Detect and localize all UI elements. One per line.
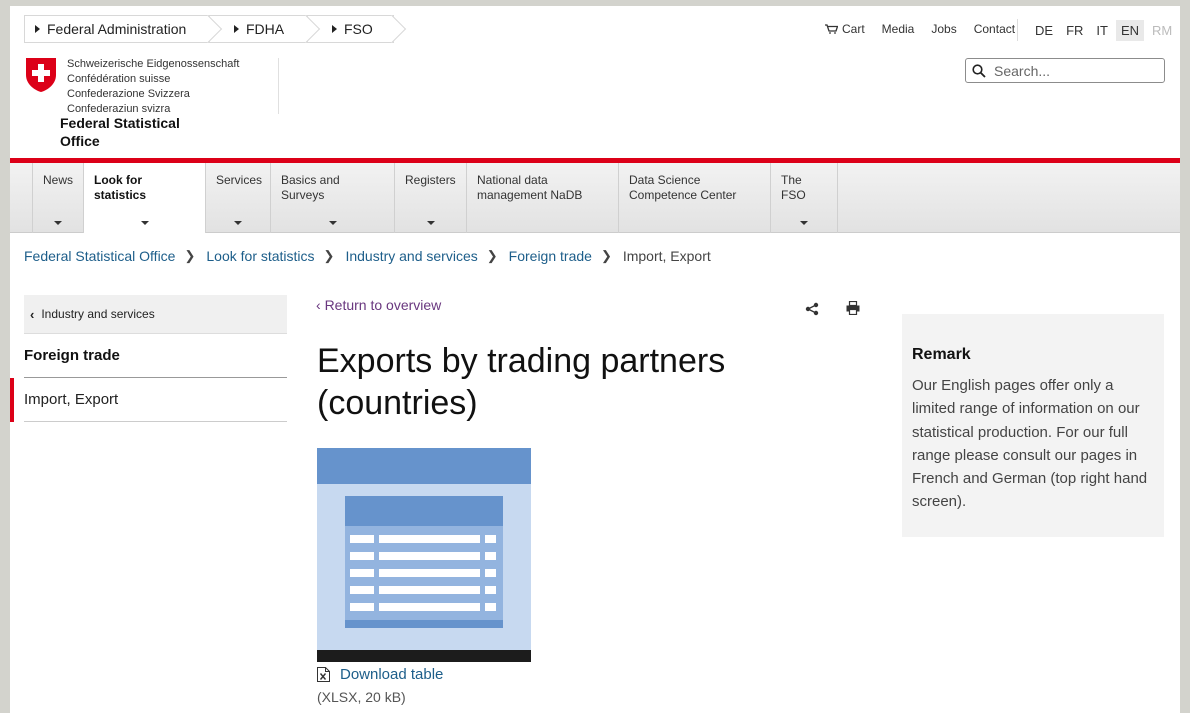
search-icon[interactable] <box>972 63 986 78</box>
top-breadcrumb-fdha[interactable]: FDHA <box>209 15 308 43</box>
left-nav-heading[interactable]: Foreign trade <box>24 334 287 378</box>
table-thumbnail[interactable] <box>317 448 531 662</box>
selected-marker <box>10 378 14 422</box>
nav-item-services[interactable]: Services <box>205 163 270 233</box>
media-link[interactable]: Media <box>882 22 915 36</box>
caret-down-icon <box>328 221 337 225</box>
breadcrumb-link[interactable]: Industry and services <box>345 248 477 264</box>
chevron-right-icon: ❯ <box>600 248 612 263</box>
breadcrumb-link[interactable]: Foreign trade <box>509 248 592 264</box>
remark-heading: Remark <box>912 346 971 363</box>
chevron-left-icon: ‹ <box>316 297 325 313</box>
chevron-left-icon: ‹ <box>30 306 35 322</box>
nav-item-news[interactable]: News <box>32 163 83 233</box>
chevron-right-icon: ❯ <box>486 248 498 263</box>
nav-item-registers[interactable]: Registers <box>394 163 466 233</box>
lang-it[interactable]: IT <box>1091 20 1113 41</box>
share-icon[interactable] <box>805 302 819 316</box>
swiss-shield-icon <box>26 58 56 92</box>
breadcrumb: Federal Statistical Office ❯ Look for st… <box>24 248 711 264</box>
main-nav: News Look for statistics Services Basics… <box>10 163 1180 233</box>
download-table-link[interactable]: Download table <box>317 666 443 683</box>
search-box <box>965 58 1165 83</box>
file-meta: (XLSX, 20 kB) <box>317 689 406 705</box>
table-preview-icon <box>345 496 503 628</box>
page-title: Exports by trading partners (countries) <box>317 342 726 422</box>
caret-down-icon <box>426 221 435 225</box>
breadcrumb-link[interactable]: Look for statistics <box>206 248 314 264</box>
nav-item-national-data-management[interactable]: National data management NaDB <box>466 163 618 233</box>
remark-text: Our English pages offer only a limited r… <box>912 377 1148 511</box>
service-links: Cart Media Jobs Contact <box>825 22 1032 36</box>
triangle-right-icon <box>332 25 337 33</box>
search-input[interactable] <box>994 62 1154 79</box>
language-switcher: DE FR IT EN RM <box>1017 19 1180 41</box>
top-breadcrumb-federal-administration[interactable]: Federal Administration <box>24 15 210 43</box>
return-to-overview-link[interactable]: ‹ Return to overview <box>316 297 441 313</box>
page: Federal Administration FDHA FSO Cart Med… <box>10 6 1180 713</box>
chevron-right-icon: ❯ <box>184 248 196 263</box>
lang-rm: RM <box>1152 22 1173 38</box>
lang-fr[interactable]: FR <box>1061 20 1088 41</box>
left-nav-item-import-export[interactable]: Import, Export <box>10 378 287 422</box>
excel-file-icon <box>317 667 330 682</box>
lang-de[interactable]: DE <box>1030 20 1058 41</box>
print-icon[interactable] <box>846 301 860 315</box>
nav-item-the-fso[interactable]: The FSO <box>770 163 838 233</box>
lang-en[interactable]: EN <box>1115 19 1145 41</box>
contact-link[interactable]: Contact <box>974 22 1015 36</box>
caret-down-icon <box>234 221 242 225</box>
remark-box: Remark Our English pages offer only a li… <box>902 314 1164 537</box>
office-name[interactable]: Federal Statistical Office <box>60 114 180 158</box>
caret-down-icon <box>140 221 149 225</box>
triangle-right-icon <box>35 25 40 33</box>
cart-icon <box>825 24 838 34</box>
caret-down-icon <box>800 221 808 225</box>
breadcrumb-current: Import, Export <box>622 248 711 264</box>
chevron-right-icon: ❯ <box>323 248 335 263</box>
caret-down-icon <box>54 221 62 225</box>
jobs-link[interactable]: Jobs <box>931 22 956 36</box>
nav-item-basics-and-surveys[interactable]: Basics and Surveys <box>270 163 394 233</box>
breadcrumb-link[interactable]: Federal Statistical Office <box>24 248 175 264</box>
triangle-right-icon <box>234 25 239 33</box>
confederation-names: Schweizerische Eidgenossenschaft Confédé… <box>67 58 240 115</box>
nav-item-look-for-statistics[interactable]: Look for statistics <box>83 163 205 233</box>
left-nav: ‹ Industry and services Foreign trade Im… <box>10 295 287 422</box>
left-nav-back[interactable]: ‹ Industry and services <box>24 295 287 334</box>
nav-item-data-science[interactable]: Data Science Competence Center <box>618 163 770 233</box>
logo-divider <box>278 58 279 114</box>
top-breadcrumb: Federal Administration FDHA FSO <box>24 15 394 43</box>
cart-link[interactable]: Cart <box>825 22 865 36</box>
